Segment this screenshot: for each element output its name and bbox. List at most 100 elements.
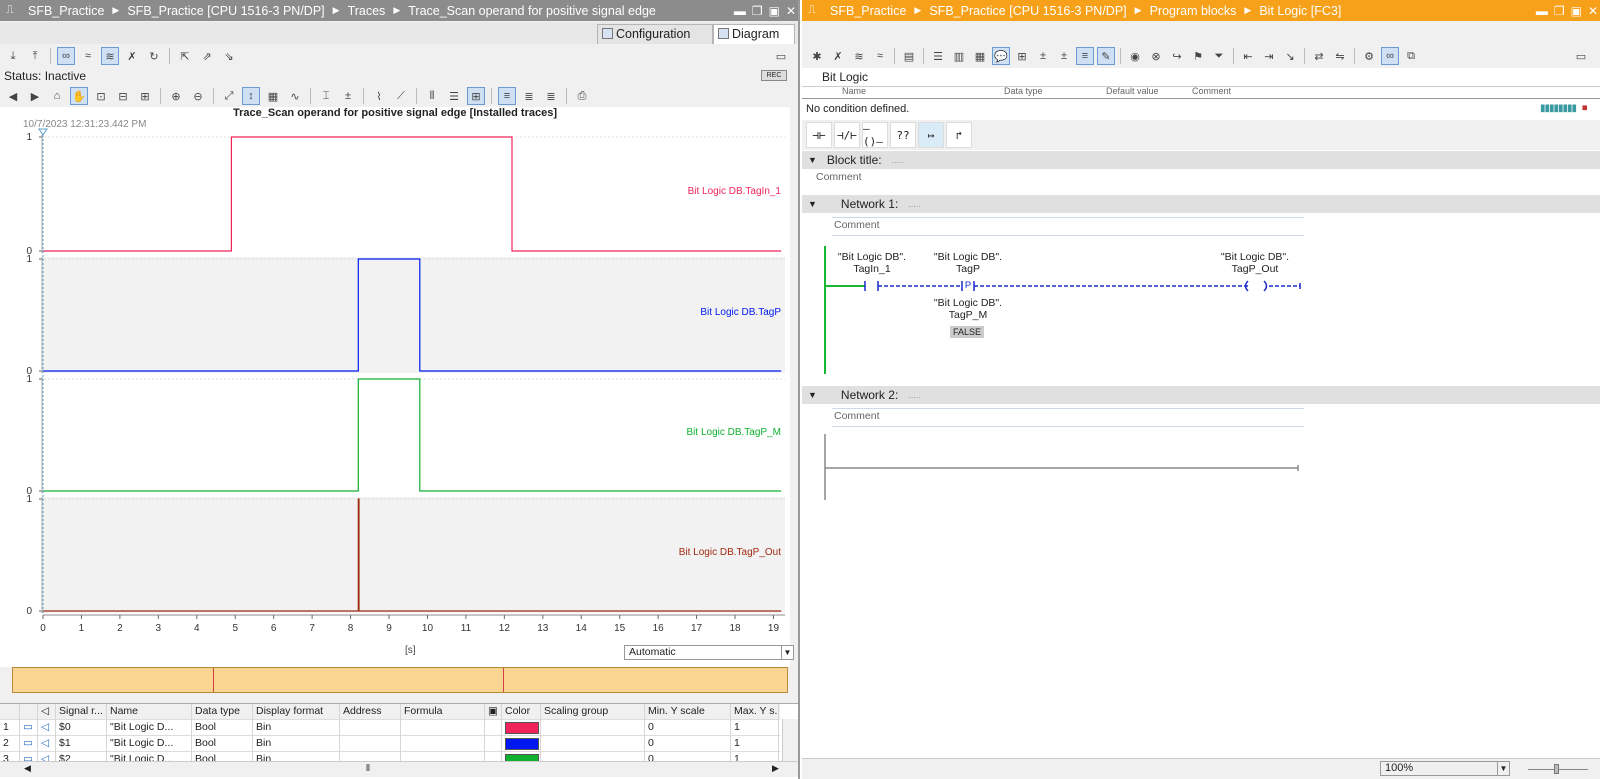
collapse-arrow-icon[interactable]: ▼: [808, 199, 817, 209]
overview-marker[interactable]: [213, 668, 214, 692]
goto-line-icon[interactable]: ↘: [1281, 47, 1299, 65]
zoom-out-icon[interactable]: ⊖: [189, 87, 207, 105]
list-icon[interactable]: ≡: [498, 87, 516, 105]
export-icon[interactable]: ⇱: [176, 47, 194, 65]
network-2-ladder[interactable]: [802, 430, 1322, 502]
breadcrumb-item[interactable]: Traces: [348, 4, 386, 18]
breadcrumb-item[interactable]: Program blocks: [1150, 4, 1237, 18]
comment-icon[interactable]: 💬: [992, 47, 1010, 65]
insert-network-icon[interactable]: ✱: [808, 47, 826, 65]
absolute-addr-icon[interactable]: ⊞: [1013, 47, 1031, 65]
zoom-100-icon[interactable]: ▦: [264, 87, 282, 105]
zoom-h-icon[interactable]: ⊟: [114, 87, 132, 105]
type-cell[interactable]: Bool: [192, 720, 253, 736]
color-swatch[interactable]: [505, 722, 539, 734]
trace-chart[interactable]: 0 1 Bit Logic DB.TagIn_1 0 1 Bit Logic DB.Tag…: [0, 107, 790, 667]
speaker-icon[interactable]: ◁: [38, 720, 56, 736]
min-cell[interactable]: 0: [645, 720, 731, 736]
float-icon[interactable]: ▣: [1571, 4, 1582, 18]
no-contact-tool[interactable]: ⊣⊢: [806, 122, 832, 148]
next-error-icon[interactable]: ⇥: [1260, 47, 1278, 65]
overview-marker[interactable]: [503, 668, 504, 692]
zoom-rect-icon[interactable]: ⊡: [92, 87, 110, 105]
tab-diagram[interactable]: Diagram: [713, 24, 795, 44]
zoom-slider-thumb[interactable]: [1554, 764, 1559, 774]
coil-tool[interactable]: –()–: [862, 122, 888, 148]
back-icon[interactable]: ◀: [4, 87, 22, 105]
save-measurement-icon[interactable]: ⇗: [198, 47, 216, 65]
upload-icon[interactable]: ⤒: [26, 47, 44, 65]
address-cell[interactable]: [340, 736, 401, 752]
col-header[interactable]: Comment: [1192, 87, 1231, 96]
signal-icon[interactable]: ▭: [20, 720, 38, 736]
col-header[interactable]: Scaling group: [541, 704, 645, 720]
operand-db[interactable]: "Bit Logic DB".: [817, 251, 927, 263]
line-chart-icon[interactable]: ⌇: [370, 87, 388, 105]
block-title-header[interactable]: ▼ Block title: .....: [802, 151, 1600, 169]
row-number[interactable]: 2: [0, 736, 20, 752]
color-cell[interactable]: [502, 720, 541, 736]
minimize-icon[interactable]: ▬: [1536, 4, 1548, 18]
time-overview-bar[interactable]: [12, 667, 788, 693]
zoom-in-icon[interactable]: ⊕: [167, 87, 185, 105]
block-interface-icon[interactable]: ▤: [900, 47, 918, 65]
trend-icon[interactable]: ⟋: [392, 87, 410, 105]
table-row[interactable]: 1 ▭ ◁ $0 "Bit Logic D... Bool Bin 0 1: [0, 720, 780, 736]
table-horizontal-scrollbar[interactable]: ◀ ⦀ ▶: [0, 761, 798, 777]
align-left-icon[interactable]: ≣: [520, 87, 538, 105]
float-icon[interactable]: ▣: [769, 4, 780, 18]
prev-error-icon[interactable]: ⇤: [1239, 47, 1257, 65]
breadcrumb-item[interactable]: SFB_Practice: [28, 4, 104, 18]
horizontal-cursor-icon[interactable]: ☰: [445, 87, 463, 105]
filter-icon[interactable]: ⏷: [1210, 47, 1228, 65]
operand-tag[interactable]: TagP: [913, 263, 1023, 275]
breakpoint-icon[interactable]: ◉: [1126, 47, 1144, 65]
reset-view-icon[interactable]: ⌂: [48, 87, 66, 105]
operand-db[interactable]: "Bit Logic DB".: [913, 297, 1023, 309]
print-icon[interactable]: ⎙: [573, 87, 591, 105]
activate-icon[interactable]: ≈: [79, 47, 97, 65]
delete-network-icon[interactable]: ✗: [829, 47, 847, 65]
speaker-icon[interactable]: ◁: [38, 736, 56, 752]
zoom-v-icon[interactable]: ⊞: [136, 87, 154, 105]
operand-db[interactable]: "Bit Logic DB".: [913, 251, 1023, 263]
favorites-icon[interactable]: ≡: [1076, 47, 1094, 65]
modify-icon[interactable]: ⧉: [1402, 47, 1420, 65]
col-header[interactable]: Display format: [253, 704, 340, 720]
col-header[interactable]: Default value: [1106, 87, 1159, 96]
network-list-icon[interactable]: ▥: [950, 47, 968, 65]
signal-icon[interactable]: ▭: [20, 736, 38, 752]
scroll-left-icon[interactable]: ◀: [24, 763, 31, 774]
network-1-title[interactable]: .....: [908, 199, 921, 209]
network-1-comment[interactable]: Comment: [834, 219, 880, 231]
restore-icon[interactable]: ❐: [1554, 4, 1565, 18]
network-2-title[interactable]: .....: [908, 390, 921, 400]
block-comment[interactable]: Comment: [816, 171, 862, 183]
delete-trace-icon[interactable]: ✗: [123, 47, 141, 65]
cross-ref-icon[interactable]: ⇄: [1310, 47, 1328, 65]
col-header[interactable]: Data type: [192, 704, 253, 720]
formula-icon-cell[interactable]: [485, 720, 502, 736]
test-icon[interactable]: ⚙: [1360, 47, 1378, 65]
measuring-cursor-icon[interactable]: ⌶: [317, 87, 335, 105]
forward-icon[interactable]: ▶: [26, 87, 44, 105]
signal-cell[interactable]: $0: [56, 720, 107, 736]
install-trace-icon[interactable]: ⤓: [4, 47, 22, 65]
panel-icon[interactable]: ▭: [772, 47, 790, 65]
operand-tag[interactable]: TagP_M: [913, 309, 1023, 321]
breadcrumb-item[interactable]: SFB_Practice: [830, 4, 906, 18]
max-cell[interactable]: 1: [731, 736, 779, 752]
compare-icon[interactable]: ⇘: [220, 47, 238, 65]
goto-icon[interactable]: ↪: [1168, 47, 1186, 65]
scaling-cell[interactable]: [541, 720, 645, 736]
step-up-icon[interactable]: ±: [1055, 47, 1073, 65]
open-all-icon[interactable]: ≈: [871, 47, 889, 65]
breadcrumb-item[interactable]: SFB_Practice [CPU 1516-3 PN/DP]: [929, 4, 1126, 18]
close-icon[interactable]: ✕: [786, 4, 796, 18]
collapse-arrow-icon[interactable]: ▼: [808, 390, 817, 400]
network-1-header[interactable]: ▼ Network 1: .....: [802, 195, 1600, 213]
operand-db[interactable]: "Bit Logic DB".: [1200, 251, 1310, 263]
format-cell[interactable]: Bin: [253, 736, 340, 752]
max-cell[interactable]: 1: [731, 720, 779, 736]
cursor-step-icon[interactable]: ±: [339, 87, 357, 105]
